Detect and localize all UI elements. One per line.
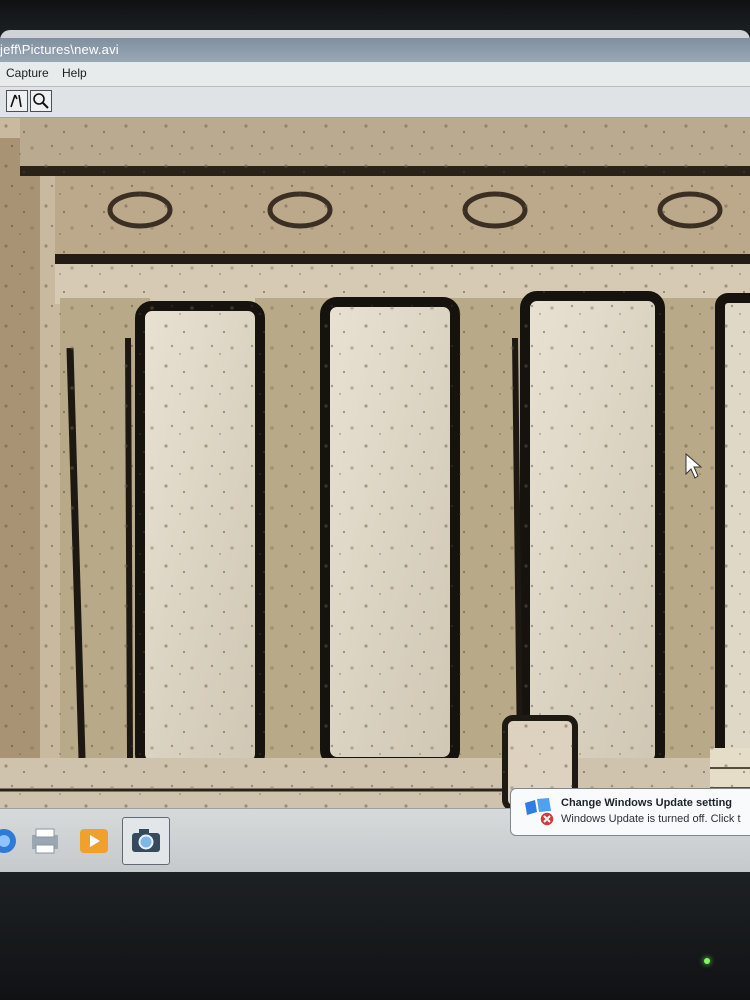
pen-tool-button[interactable] <box>6 90 28 112</box>
monitor-bezel-top <box>0 0 750 34</box>
power-led <box>704 958 710 964</box>
video-frame[interactable] <box>0 118 750 808</box>
taskbar-active-app[interactable] <box>122 817 170 865</box>
menu-help[interactable]: Help <box>62 66 87 80</box>
menu-capture[interactable]: Capture <box>6 66 49 80</box>
printer-icon[interactable] <box>26 823 62 859</box>
monitor-bezel-bottom <box>0 872 750 1000</box>
menu-bar: Capture Help <box>0 62 750 87</box>
screen: jeff\Pictures\new.avi Capture Help Chang… <box>0 30 750 872</box>
camera-icon <box>132 829 160 852</box>
carved-stone-frieze-image <box>0 118 750 808</box>
zoom-icon <box>33 93 49 109</box>
zoom-button[interactable] <box>30 90 52 112</box>
toolbar <box>0 87 750 118</box>
window-titlebar[interactable]: jeff\Pictures\new.avi <box>0 38 750 62</box>
notification-title: Change Windows Update setting <box>561 797 733 809</box>
ie-icon[interactable] <box>0 823 22 859</box>
pen-tool-icon <box>10 94 22 108</box>
notification-body: Windows Update is turned off. Click t <box>561 813 741 825</box>
update-notification[interactable]: Change Windows Update setting Windows Up… <box>510 788 750 836</box>
windows-flag-warning-icon <box>525 798 555 827</box>
media-player-icon[interactable] <box>76 823 112 859</box>
window-title: jeff\Pictures\new.avi <box>0 42 119 57</box>
